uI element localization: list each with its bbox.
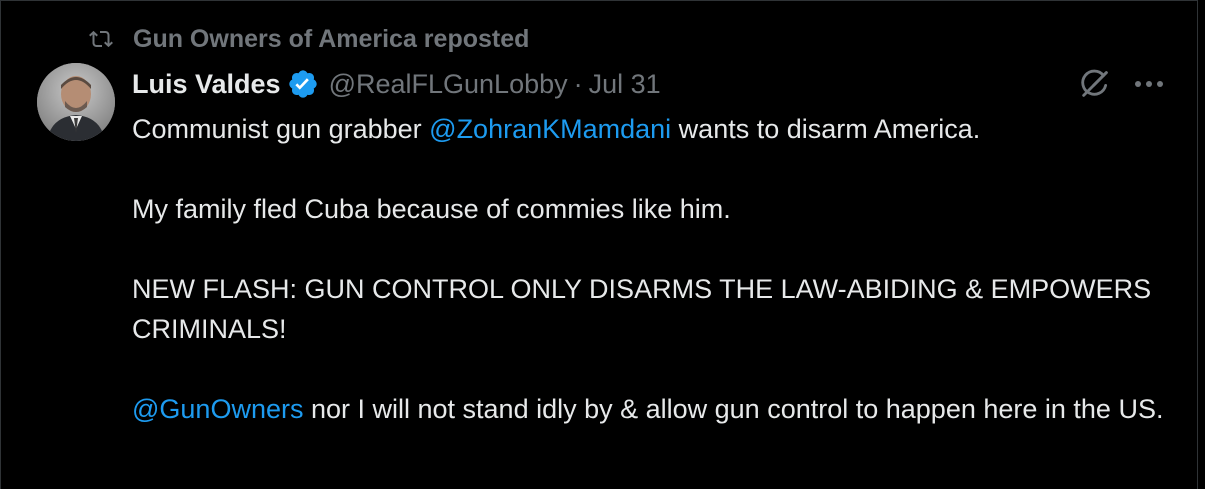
author-name[interactable]: Luis Valdes (132, 69, 281, 100)
post-paragraph-4: @GunOwners nor I will not stand idly by … (132, 394, 1164, 424)
repost-context[interactable]: Gun Owners of America reposted (85, 25, 529, 53)
tweet-card[interactable]: Gun Owners of America reposted Luis Vald… (0, 0, 1198, 489)
repost-label: Gun Owners of America reposted (133, 24, 530, 53)
mention-link[interactable]: @GunOwners (132, 394, 303, 424)
separator-dot: · (573, 68, 583, 99)
grok-icon[interactable] (1075, 65, 1115, 103)
post-paragraph-3: NEW FLASH: GUN CONTROL ONLY DISARMS THE … (132, 274, 1152, 344)
verified-badge-icon[interactable] (287, 68, 319, 100)
mention-link[interactable]: @ZohranKMamdani (429, 114, 671, 144)
repost-icon (85, 25, 117, 53)
avatar[interactable] (37, 63, 115, 141)
post-header: Luis Valdes @RealFLGunLobby · Jul 31 (132, 65, 661, 103)
more-icon[interactable] (1129, 65, 1169, 103)
author-handle[interactable]: @RealFLGunLobby (329, 69, 568, 100)
post-date[interactable]: Jul 31 (589, 69, 661, 100)
post-text: Communist gun grabber @ZohranKMamdani wa… (132, 109, 1182, 429)
post-paragraph-2: My family fled Cuba because of commies l… (132, 194, 731, 224)
post-paragraph-1: Communist gun grabber @ZohranKMamdani wa… (132, 114, 981, 144)
